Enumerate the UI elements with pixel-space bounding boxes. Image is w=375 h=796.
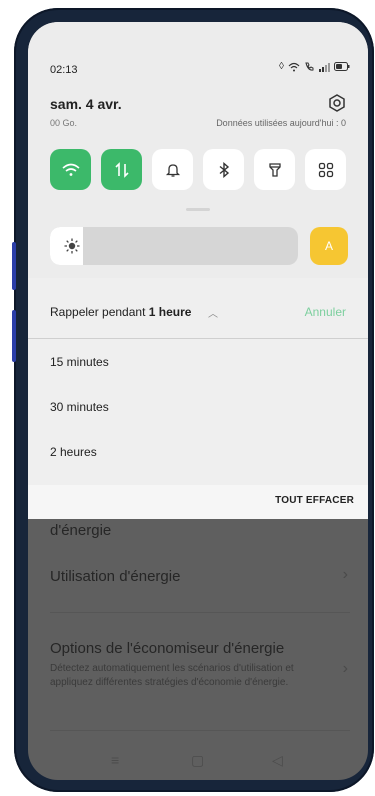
brightness-slider[interactable] — [50, 227, 298, 265]
call-icon — [305, 62, 314, 71]
snooze-duration: 1 heure — [148, 305, 192, 319]
auto-brightness-button[interactable]: A — [310, 227, 348, 265]
menu-nav-icon[interactable]: ≡ — [111, 752, 119, 768]
sun-icon — [64, 238, 80, 254]
divider — [50, 730, 350, 731]
more-tiles-toggle[interactable] — [305, 149, 346, 190]
location-icon: ◊ — [279, 61, 284, 72]
bluetooth-icon — [219, 161, 229, 178]
bg-item-saver-options-desc: Détectez automatiquement les scénarios d… — [50, 663, 294, 688]
bg-item-energy-usage[interactable]: Utilisation d'énergie — [50, 568, 180, 585]
settings-gear-icon[interactable] — [328, 94, 346, 112]
snooze-option-30min[interactable]: 30 minutes — [50, 400, 109, 414]
volume-button — [12, 242, 16, 290]
home-nav-icon[interactable]: ▢ — [191, 752, 204, 769]
snooze-option-15min[interactable]: 15 minutes — [50, 355, 109, 369]
power-button — [12, 310, 16, 362]
flashlight-icon — [268, 162, 281, 177]
snooze-option-2h[interactable]: 2 heures — [50, 445, 97, 459]
bg-item-saver-options[interactable]: Options de l'économiseur d'énergie — [50, 640, 284, 657]
bg-partial-title: d'énergie — [50, 522, 112, 539]
signal-icon — [319, 62, 330, 72]
divider — [50, 612, 350, 613]
flashlight-toggle[interactable] — [254, 149, 295, 190]
wifi-status-icon — [288, 62, 300, 71]
grid-icon — [318, 162, 333, 177]
clear-all-button[interactable]: TOUT EFFACER — [275, 495, 354, 506]
sound-toggle[interactable] — [152, 149, 193, 190]
wifi-toggle[interactable] — [50, 149, 91, 190]
chevron-up-icon[interactable]: ︿ — [208, 305, 218, 320]
mobile-data-icon — [114, 161, 129, 178]
battery-icon — [334, 62, 350, 71]
snooze-heading[interactable]: Rappeler pendant 1 heure — [50, 305, 191, 319]
divider — [28, 338, 368, 339]
drag-handle[interactable] — [186, 208, 210, 211]
snooze-prefix: Rappeler pendant — [50, 305, 146, 319]
status-icons: ◊ — [279, 61, 350, 72]
cancel-button[interactable]: Annuler — [305, 305, 346, 319]
wifi-icon — [61, 163, 80, 176]
mobile-data-toggle[interactable] — [101, 149, 142, 190]
chevron-right-icon: › — [342, 566, 348, 583]
data-usage-label: Données utilisées aujourd'hui : 0 — [216, 118, 346, 128]
back-nav-icon[interactable]: ◁ — [272, 752, 283, 769]
bell-icon — [165, 163, 180, 177]
status-time: 02:13 — [50, 64, 78, 76]
date-label: sam. 4 avr. — [50, 96, 122, 112]
screen: d'énergie Utilisation d'énergie › Option… — [28, 22, 368, 780]
data-usage-amount: 00 Go. — [50, 118, 78, 128]
chevron-right-icon: › — [342, 660, 348, 677]
notification-shade: 02:13 ◊ sam. 4 avr. 00 Go. Données utili… — [28, 22, 368, 519]
bluetooth-toggle[interactable] — [203, 149, 244, 190]
